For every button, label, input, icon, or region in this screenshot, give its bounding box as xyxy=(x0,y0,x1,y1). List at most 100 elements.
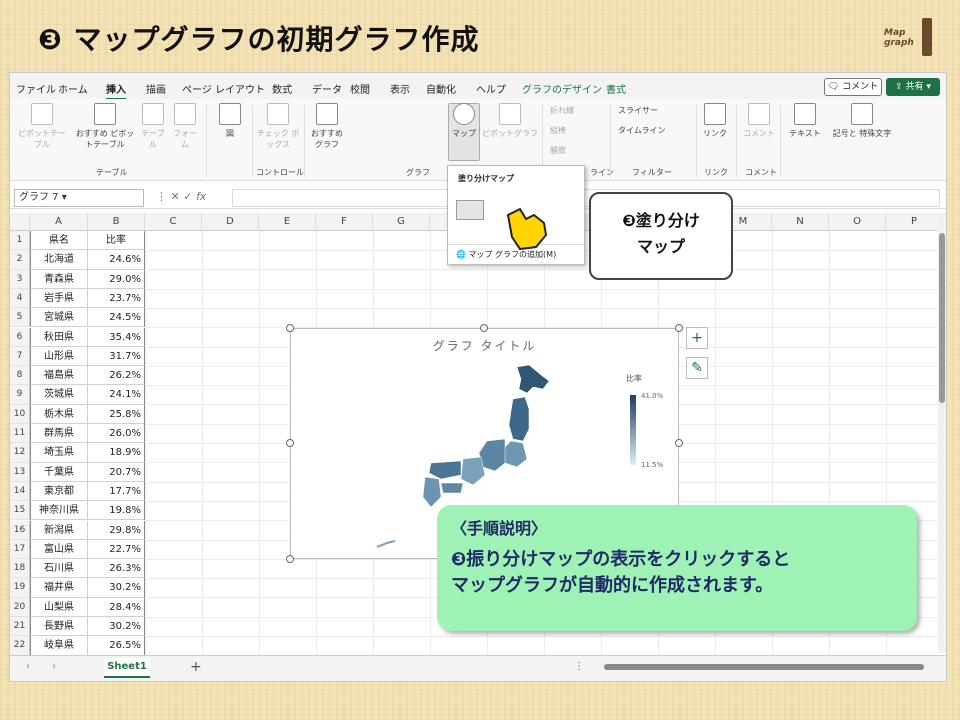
chart-elements-plus-icon[interactable]: + xyxy=(686,327,708,349)
recommended-pivot-button[interactable]: おすすめ ピボットテーブル xyxy=(72,103,138,150)
form-button[interactable]: フォーム xyxy=(170,103,200,150)
row-header[interactable]: 1 xyxy=(10,231,30,251)
cell-prefecture[interactable]: 群馬県 xyxy=(30,424,88,444)
row-header[interactable]: 6 xyxy=(10,327,30,347)
recommended-chart-button[interactable]: おすすめ グラフ xyxy=(308,103,346,150)
cell-prefecture[interactable]: 秋田県 xyxy=(30,327,88,347)
cell-ratio[interactable]: 19.8% xyxy=(88,501,145,521)
menu-11[interactable]: グラフのデザイン xyxy=(522,81,602,96)
share-button[interactable]: ⇪ 共有 ▾ xyxy=(886,78,940,96)
cell-ratio[interactable]: 29.8% xyxy=(88,520,145,540)
cell-ratio[interactable]: 26.0% xyxy=(88,424,145,444)
cell-ratio[interactable]: 30.2% xyxy=(88,617,145,637)
row-header[interactable]: 21 xyxy=(10,617,30,637)
select-all-corner[interactable] xyxy=(10,213,30,231)
cell-prefecture[interactable]: 山形県 xyxy=(30,346,88,367)
resize-handle-bl[interactable] xyxy=(286,555,294,563)
cell-ratio[interactable]: 20.7% xyxy=(88,462,145,482)
symbol-button[interactable]: 記号と 特殊文字 xyxy=(832,103,892,139)
menu-4[interactable]: ページ レイアウト xyxy=(182,81,265,96)
map-button[interactable]: マップ xyxy=(448,103,480,139)
cell-ratio[interactable]: 26.3% xyxy=(88,559,145,579)
comment-button[interactable]: 🗨 コメント xyxy=(824,78,882,96)
row-header[interactable]: 12 xyxy=(10,443,30,463)
resize-handle-tl[interactable] xyxy=(286,324,294,332)
vertical-scroll-thumb[interactable] xyxy=(939,233,945,403)
menu-0[interactable]: ファイル xyxy=(16,81,56,96)
row-header[interactable]: 14 xyxy=(10,481,30,502)
pivot-chart-button[interactable]: ピボットグラフ xyxy=(482,103,538,139)
cell-prefecture[interactable]: 福井県 xyxy=(30,578,88,598)
column-header-P[interactable]: P xyxy=(886,213,940,231)
column-header-N[interactable]: N xyxy=(772,213,829,231)
cell-prefecture[interactable]: 北海道 xyxy=(30,250,88,270)
cell-ratio[interactable]: 31.7% xyxy=(88,346,145,367)
filled-map-option-icon[interactable] xyxy=(456,200,484,220)
sparkline-line-button[interactable]: 折れ線 xyxy=(550,105,600,116)
table-button[interactable]: テーブル xyxy=(138,103,168,150)
illustration-button[interactable]: 図 xyxy=(212,103,248,139)
cell-prefecture[interactable]: 東京都 xyxy=(30,481,88,502)
column-header-B[interactable]: B xyxy=(88,213,145,231)
chart-type-gallery[interactable] xyxy=(348,103,444,159)
cell-prefecture[interactable]: 千葉県 xyxy=(30,462,88,482)
cell-ratio[interactable]: 24.5% xyxy=(88,308,145,328)
row-header[interactable]: 11 xyxy=(10,424,30,444)
row-header[interactable]: 10 xyxy=(10,404,30,424)
resize-handle-ml[interactable] xyxy=(286,439,294,447)
menu-5[interactable]: 数式 xyxy=(272,81,292,96)
menu-9[interactable]: 自動化 xyxy=(426,81,456,96)
prev-sheet-icon[interactable]: ‹ xyxy=(26,661,30,672)
cell-ratio[interactable]: 25.8% xyxy=(88,404,145,424)
row-header[interactable]: 4 xyxy=(10,288,30,309)
row-header[interactable]: 17 xyxy=(10,539,30,560)
cell-prefecture[interactable]: 岩手県 xyxy=(30,288,88,309)
checkbox-button[interactable]: チェック ボックス xyxy=(256,103,300,150)
add-sheet-button[interactable]: + xyxy=(190,659,202,675)
cell-ratio[interactable]: 24.6% xyxy=(88,250,145,270)
row-header[interactable]: 15 xyxy=(10,501,30,521)
row-header[interactable]: 5 xyxy=(10,308,30,328)
sheet-tab-sheet1[interactable]: Sheet1 xyxy=(104,658,150,678)
cell-prefecture[interactable]: 新潟県 xyxy=(30,520,88,540)
cell-ratio[interactable]: 29.0% xyxy=(88,269,145,289)
link-button[interactable]: リンク xyxy=(700,103,730,139)
chart-styles-brush-icon[interactable]: ✎ xyxy=(686,357,708,379)
cell-prefecture[interactable]: 宮城県 xyxy=(30,308,88,328)
text-button[interactable]: テキスト xyxy=(786,103,824,139)
name-box[interactable]: グラフ 7 ▾ xyxy=(14,189,144,207)
header-cell-prefecture[interactable]: 県名 xyxy=(30,231,88,251)
column-header-D[interactable]: D xyxy=(202,213,259,231)
column-header-A[interactable]: A xyxy=(30,213,88,231)
cell-ratio[interactable]: 28.4% xyxy=(88,597,145,617)
cell-prefecture[interactable]: 岐阜県 xyxy=(30,636,88,656)
menu-7[interactable]: 校閲 xyxy=(350,81,370,96)
cell-ratio[interactable]: 26.2% xyxy=(88,366,145,386)
menu-12[interactable]: 書式 xyxy=(606,81,626,96)
row-header[interactable]: 2 xyxy=(10,250,30,270)
sparkline-winloss-button[interactable]: 勝敗 xyxy=(550,145,600,156)
slicer-button[interactable]: スライサー xyxy=(618,105,688,116)
cell-ratio[interactable]: 23.7% xyxy=(88,288,145,309)
menu-8[interactable]: 表示 xyxy=(390,81,410,96)
cell-prefecture[interactable]: 石川県 xyxy=(30,559,88,579)
cell-ratio[interactable]: 26.5% xyxy=(88,636,145,656)
pivot-table-button[interactable]: ピボットテーブル xyxy=(16,103,68,150)
timeline-button[interactable]: タイムライン xyxy=(618,125,688,136)
sheet-bar-options-icon[interactable]: ⋮ xyxy=(574,661,584,672)
column-header-F[interactable]: F xyxy=(316,213,373,231)
cell-ratio[interactable]: 22.7% xyxy=(88,539,145,560)
resize-handle-tr[interactable] xyxy=(675,324,683,332)
row-header[interactable]: 20 xyxy=(10,597,30,617)
row-header[interactable]: 3 xyxy=(10,269,30,289)
row-header[interactable]: 8 xyxy=(10,366,30,386)
cell-ratio[interactable]: 17.7% xyxy=(88,481,145,502)
row-header[interactable]: 19 xyxy=(10,578,30,598)
cell-ratio[interactable]: 18.9% xyxy=(88,443,145,463)
cell-prefecture[interactable]: 茨城県 xyxy=(30,385,88,405)
menu-3[interactable]: 描画 xyxy=(146,81,166,96)
cell-prefecture[interactable]: 山梨県 xyxy=(30,597,88,617)
next-sheet-icon[interactable]: › xyxy=(52,661,56,672)
vertical-scrollbar[interactable] xyxy=(938,213,946,653)
comment-insert-button[interactable]: コメント xyxy=(742,103,776,139)
